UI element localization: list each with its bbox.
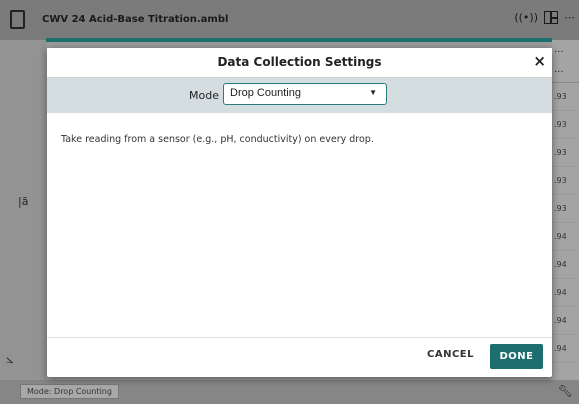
mode-label: Mode	[189, 89, 219, 102]
accent-line	[46, 38, 552, 42]
caret-down-icon: ▼	[369, 88, 377, 97]
wireless-icon[interactable]: ((•))	[514, 11, 538, 24]
graph-axis-icon[interactable]: |ā	[18, 195, 28, 208]
top-right-icons: ((•)) ⋯	[514, 11, 575, 24]
table-cell: .93	[552, 139, 579, 167]
table-cell: .94	[552, 335, 579, 363]
mode-description: Take reading from a sensor (e.g., pH, co…	[61, 134, 374, 145]
dialog-header: Data Collection Settings ×	[47, 48, 552, 78]
app-title: CWV 24 Acid-Base Titration.ambl	[42, 14, 229, 25]
table-cell: .94	[552, 307, 579, 335]
close-button[interactable]: ×	[533, 52, 546, 70]
document-icon[interactable]	[10, 10, 25, 29]
mode-status-badge[interactable]: Mode: Drop Counting	[20, 384, 119, 399]
mode-row: Mode Drop Counting ▼	[47, 78, 552, 113]
column-header: ... ...	[552, 40, 579, 83]
table-cell: .93	[552, 195, 579, 223]
mode-select-value: Drop Counting	[230, 87, 301, 99]
status-bar: Mode: Drop Counting 🔧︎	[0, 380, 579, 404]
wrench-icon[interactable]: 🔧︎	[558, 384, 573, 398]
data-collection-settings-dialog: Data Collection Settings × Mode Drop Cou…	[47, 48, 552, 377]
layout-icon[interactable]	[544, 11, 558, 24]
more-icon[interactable]: ...	[554, 60, 579, 80]
dialog-footer: CANCEL DONE	[47, 337, 552, 378]
done-button[interactable]: DONE	[490, 344, 543, 369]
table-cell: .93	[552, 167, 579, 195]
table-cell: .94	[552, 223, 579, 251]
data-table-column: ... ... .93 .93 .93 .93 .93 .94 .94 .94 …	[552, 40, 579, 380]
more-icon[interactable]: ⋯	[564, 11, 575, 24]
title-bar: CWV 24 Acid-Base Titration.ambl ((•)) ⋯	[0, 0, 579, 40]
mode-select[interactable]: Drop Counting ▼	[223, 83, 387, 105]
chart-icon[interactable]: ⦣	[6, 352, 13, 367]
table-cell: .93	[552, 111, 579, 139]
dialog-title: Data Collection Settings	[217, 55, 382, 69]
more-icon[interactable]: ...	[554, 40, 579, 60]
table-cell: .94	[552, 279, 579, 307]
cancel-button[interactable]: CANCEL	[427, 349, 474, 360]
table-cell: .93	[552, 83, 579, 111]
left-panel	[0, 40, 46, 380]
table-cell: .94	[552, 251, 579, 279]
